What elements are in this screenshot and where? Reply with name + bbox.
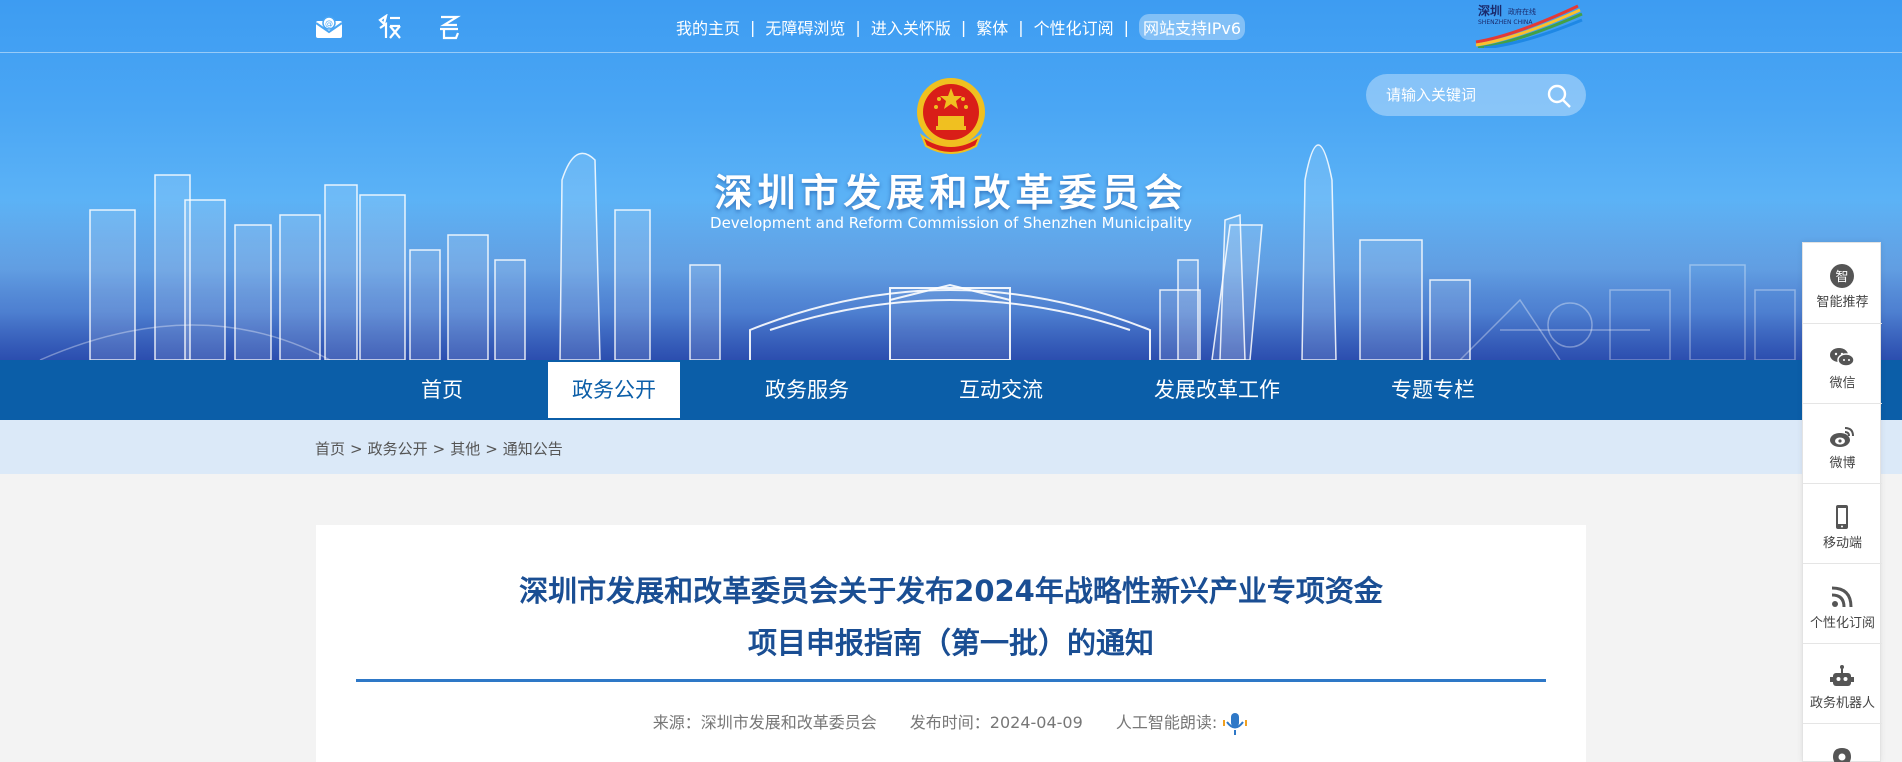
shenzhen-china-logo[interactable]: 深圳 政府在线 SHENZHEN CHINA	[1474, 2, 1584, 48]
side-tool-robot[interactable]: 政务机器人	[1803, 643, 1882, 723]
smart-recommend-icon: 智	[1830, 264, 1854, 288]
side-tool-label: 个性化订阅	[1809, 616, 1875, 631]
side-tool-label: 政务机器人	[1809, 696, 1875, 711]
title-divider	[356, 679, 1546, 682]
top-icon-group: @	[314, 13, 464, 41]
weibo-icon	[1830, 427, 1854, 447]
side-tool-wechat[interactable]: 微信	[1803, 323, 1882, 403]
site-title: 深圳市发展和改革委员会	[714, 171, 1188, 215]
ipv6-badge[interactable]: 网站支持IPv6	[1139, 14, 1246, 40]
side-tool-smart-recommend[interactable]: 智 智能推荐	[1803, 243, 1882, 323]
side-tool-subscription[interactable]: 个性化订阅	[1803, 563, 1882, 643]
smart-recommend-glyph: 智	[1835, 270, 1848, 285]
article-title: 深圳市发展和改革委员会关于发布2024年战略性新兴产业专项资金 项目申报指南（第…	[356, 565, 1546, 669]
svg-text:@: @	[325, 19, 333, 28]
breadcrumb-separator: >	[432, 440, 446, 458]
side-tool-label: 移动端	[1822, 536, 1862, 551]
breadcrumb-separator: >	[485, 440, 498, 458]
search-icon[interactable]	[1546, 83, 1572, 109]
logo-text-sub: 政府在线	[1508, 7, 1536, 16]
article-meta: 来源：深圳市发展和改革委员会 发布时间：2024-04-09 人工智能朗读:	[356, 709, 1546, 737]
link-separator: |	[960, 17, 967, 37]
link-subscription[interactable]: 个性化订阅	[1034, 15, 1114, 39]
site-subtitle: Development and Reform Commission of She…	[710, 214, 1192, 232]
link-care-mode[interactable]: 进入关怀版	[871, 15, 951, 39]
nav-item-interaction[interactable]: 互动交流	[934, 360, 1068, 420]
article-source: 来源：深圳市发展和改革委员会	[652, 713, 877, 732]
nav-item-special-topics[interactable]: 专题专栏	[1366, 360, 1500, 420]
side-toolbar: 智 智能推荐 微信 微博 移动端 个性化订阅 政务机器人	[1802, 242, 1882, 762]
side-tool-location[interactable]	[1803, 723, 1882, 762]
email-icon[interactable]: @	[314, 13, 344, 41]
ai-read-group: 人工智能朗读:	[1115, 712, 1249, 735]
article-title-line-2: 项目申报指南（第一批）的通知	[747, 626, 1154, 660]
nav-item-home[interactable]: 首页	[392, 360, 492, 420]
article-publish-time: 发布时间：2024-04-09	[909, 713, 1083, 732]
top-links: 我的主页 | 无障碍浏览 | 进入关怀版 | 繁体 | 个性化订阅 | 网站支持…	[676, 14, 1246, 40]
article-card: 深圳市发展和改革委员会关于发布2024年战略性新兴产业专项资金 项目申报指南（第…	[316, 525, 1586, 762]
header-banner: @ 我的主页 | 无障碍浏览 | 进入关怀版 | 繁体 | 个性化订阅 | 网站…	[0, 0, 1902, 360]
nav-item-government-services[interactable]: 政务服务	[740, 360, 874, 420]
main-navigation: 首页 政务公开 政务服务 互动交流 发展改革工作 专题专栏	[0, 360, 1902, 420]
nav-item-government-affairs[interactable]: 政务公开	[548, 362, 680, 418]
logo-text-en: SHENZHEN CHINA	[1478, 19, 1533, 26]
breadcrumb-government-affairs[interactable]: 政务公开	[368, 440, 428, 458]
side-tool-label: 智能推荐	[1816, 295, 1869, 310]
breadcrumb-bar: 首页 > 政务公开 > 其他 > 通知公告	[0, 420, 1902, 474]
breadcrumb-home[interactable]: 首页	[315, 440, 345, 458]
ai-assistant-icon[interactable]	[374, 13, 404, 41]
search-input[interactable]	[1386, 84, 1536, 106]
link-separator: |	[750, 17, 756, 37]
side-tool-label: 微信	[1829, 376, 1856, 391]
breadcrumb-notices[interactable]: 通知公告	[503, 440, 563, 458]
logo-text-cn: 深圳	[1478, 3, 1502, 18]
wechat-icon	[1830, 348, 1855, 367]
breadcrumb-separator: >	[350, 440, 363, 458]
robot-icon	[1830, 665, 1854, 686]
link-separator: |	[855, 17, 861, 37]
article-title-line-1: 深圳市发展和改革委员会关于发布2024年战略性新兴产业专项资金	[519, 574, 1383, 608]
elder-care-icon[interactable]	[434, 13, 464, 41]
ai-read-label: 人工智能朗读:	[1115, 713, 1218, 732]
breadcrumb-other[interactable]: 其他	[450, 440, 480, 458]
nav-item-development-reform[interactable]: 发展改革工作	[1136, 360, 1298, 420]
mobile-icon	[1836, 505, 1848, 529]
link-separator: |	[1018, 17, 1024, 37]
location-icon	[1833, 748, 1851, 762]
national-emblem-icon	[917, 78, 985, 154]
side-tool-label: 微博	[1829, 456, 1856, 471]
link-accessibility[interactable]: 无障碍浏览	[765, 15, 845, 39]
microphone-icon[interactable]	[1221, 711, 1249, 737]
rss-icon	[1831, 586, 1853, 608]
top-utility-bar: @ 我的主页 | 无障碍浏览 | 进入关怀版 | 繁体 | 个性化订阅 | 网站…	[0, 0, 1902, 53]
side-tool-mobile[interactable]: 移动端	[1803, 483, 1882, 563]
link-separator: |	[1123, 17, 1130, 37]
link-traditional-chinese[interactable]: 繁体	[976, 15, 1008, 39]
breadcrumb: 首页 > 政务公开 > 其他 > 通知公告	[315, 438, 563, 459]
link-my-homepage[interactable]: 我的主页	[676, 15, 740, 39]
search-box	[1366, 74, 1586, 116]
side-tool-weibo[interactable]: 微博	[1803, 403, 1882, 483]
